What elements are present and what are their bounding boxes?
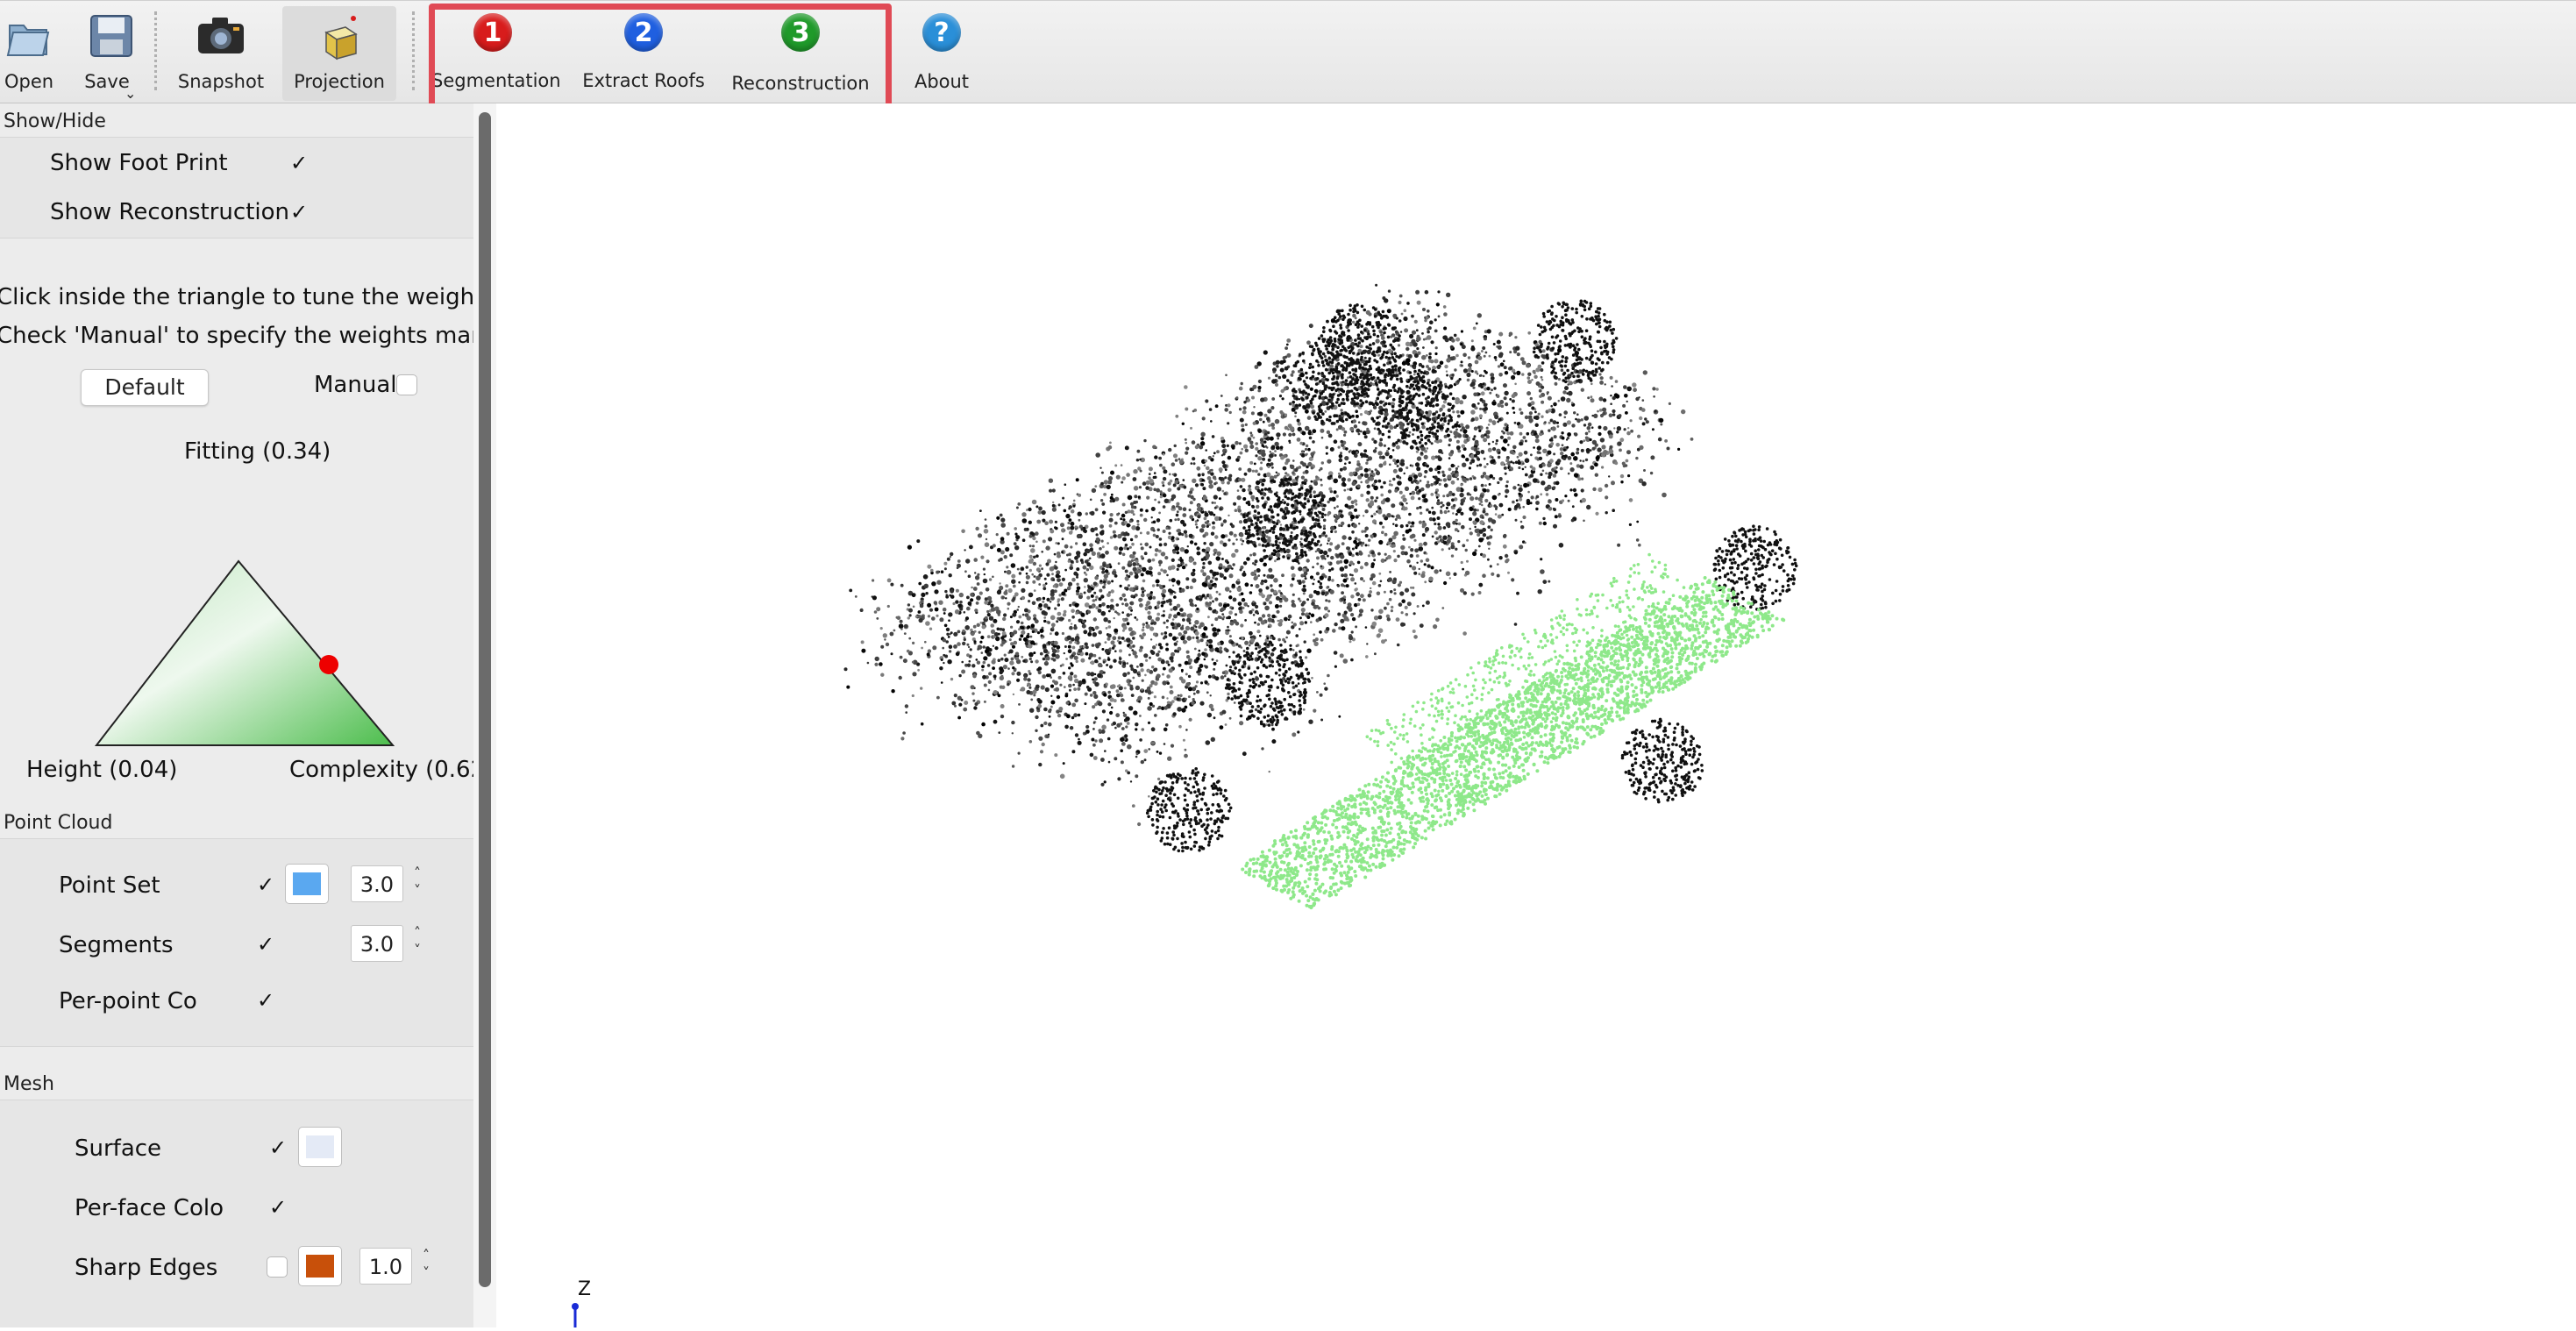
open-label: Open	[4, 71, 54, 92]
surface-color-swatch	[306, 1135, 334, 1158]
point-cloud-title: Point Cloud	[4, 812, 113, 834]
per-face-color-label: Per-face Colo	[75, 1195, 224, 1221]
projection-label: Projection	[294, 71, 385, 92]
surface-checkbox[interactable]: ✓	[267, 1137, 288, 1158]
manual-checkbox[interactable]	[396, 374, 417, 395]
toolbar-separator	[154, 11, 157, 90]
weights-instruction-1: Click inside the triangle to tune the we…	[0, 284, 473, 310]
z-axis-label: Z	[578, 1278, 592, 1300]
chevron-down-icon[interactable]: ⌄	[125, 85, 136, 102]
camera-icon	[195, 13, 247, 62]
open-button[interactable]: Open	[0, 1, 58, 103]
point-set-size-input[interactable]: 3.0	[351, 865, 403, 902]
3d-viewer[interactable]: Z	[496, 103, 2576, 1327]
snapshot-label: Snapshot	[177, 71, 265, 92]
sharp-edges-checkbox[interactable]	[267, 1256, 288, 1278]
show-reconstruction-label: Show Reconstruction	[50, 199, 289, 225]
about-label: About	[914, 71, 970, 92]
default-weights-button[interactable]: Default	[81, 369, 209, 406]
folder-icon	[4, 13, 53, 66]
mesh-title: Mesh	[4, 1073, 54, 1095]
height-weight-label: Height (0.04)	[26, 757, 178, 783]
per-point-color-checkbox[interactable]: ✓	[255, 990, 276, 1011]
weights-instruction-2: Check 'Manual' to specify the weights ma…	[0, 323, 473, 349]
weights-triangle[interactable]	[88, 468, 403, 758]
floppy-disk-icon	[89, 13, 134, 62]
surface-color-button[interactable]	[298, 1127, 342, 1167]
toolbar-separator	[412, 11, 415, 90]
settings-panel: Show/Hide Show Foot Print ✓ Show Reconst…	[0, 103, 473, 1327]
show-hide-group: Show Foot Print ✓ Show Reconstruction ✓	[0, 137, 473, 238]
segments-size-stepper[interactable]: ˄ ˅	[407, 924, 428, 963]
axis-indicator	[572, 1303, 579, 1327]
segments-size-input[interactable]: 3.0	[351, 925, 403, 962]
sharp-edges-color-button[interactable]	[298, 1246, 342, 1286]
show-foot-print-label: Show Foot Print	[50, 150, 228, 176]
point-set-size-stepper[interactable]: ˄ ˅	[407, 865, 428, 903]
per-point-color-label: Per-point Co	[59, 988, 197, 1014]
sharp-edges-label: Sharp Edges	[75, 1255, 218, 1281]
fitting-weight-label: Fitting (0.34)	[184, 438, 331, 465]
snapshot-button[interactable]: Snapshot	[172, 1, 270, 103]
projection-button[interactable]: Projection	[282, 6, 396, 101]
segments-label: Segments	[59, 932, 174, 958]
about-button[interactable]: ? About	[908, 1, 975, 103]
sharp-edges-width-input[interactable]: 1.0	[359, 1248, 412, 1285]
sharp-edges-width-stepper[interactable]: ˄ ˅	[416, 1247, 437, 1285]
roof-segment-points	[1241, 552, 1786, 910]
projection-cube-icon	[314, 13, 365, 68]
point-set-checkbox[interactable]: ✓	[255, 874, 276, 895]
show-reconstruction-checkbox[interactable]: ✓	[288, 202, 310, 223]
help-icon: ?	[922, 13, 961, 52]
point-set-label: Point Set	[59, 872, 160, 899]
save-button[interactable]: Save ⌄	[79, 1, 144, 103]
workflow-steps-highlight	[429, 4, 892, 117]
panel-scrollbar[interactable]	[473, 103, 496, 1327]
per-face-color-checkbox[interactable]: ✓	[267, 1197, 288, 1218]
weight-marker[interactable]	[319, 655, 338, 674]
manual-label: Manual	[314, 372, 397, 398]
main-toolbar: Open Save ⌄ Snapshot Projection 1 Segmen…	[0, 0, 2576, 103]
show-foot-print-checkbox[interactable]: ✓	[288, 153, 310, 174]
point-cloud-group: Point Set ✓ 3.0 ˄ ˅ Segments ✓ 3.0 ˄ ˅ Per…	[0, 838, 473, 1047]
complexity-weight-label: Complexity (0.62	[289, 757, 473, 783]
panel-scrollbar-thumb[interactable]	[479, 112, 491, 1287]
point-cloud-render	[572, 283, 1798, 1327]
point-set-color-button[interactable]	[285, 864, 329, 904]
point-set-color-swatch	[293, 872, 321, 895]
mesh-group: Surface ✓ Per-face Colo ✓ Sharp Edges 1.…	[0, 1100, 473, 1327]
surface-label: Surface	[75, 1135, 162, 1162]
segments-checkbox[interactable]: ✓	[255, 934, 276, 955]
sharp-edges-color-swatch	[306, 1255, 334, 1278]
show-hide-title: Show/Hide	[4, 110, 106, 132]
